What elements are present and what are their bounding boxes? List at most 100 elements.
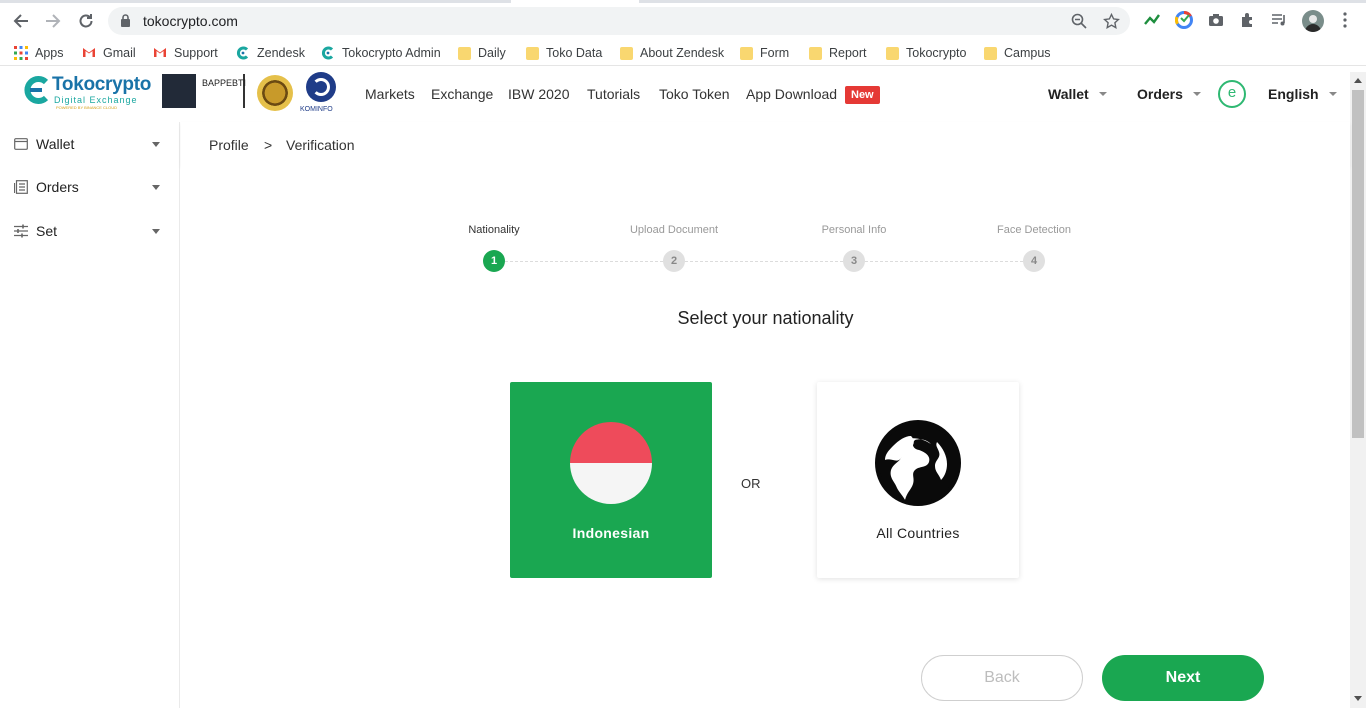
step-number-2: 2	[663, 250, 685, 272]
scroll-down-arrow-icon[interactable]	[1354, 696, 1362, 701]
folder-icon	[984, 46, 997, 60]
nav-exchange[interactable]: Exchange	[431, 86, 493, 102]
bookmark-label: Report	[829, 46, 867, 60]
sidebar: Wallet Orders Set	[0, 122, 180, 708]
logo-tagline: POWERED BY BINANCE CLOUD	[56, 105, 118, 110]
kominfo-text: KOMINFO	[300, 106, 333, 113]
gmail-icon	[82, 46, 96, 60]
nav-markets[interactable]: Markets	[365, 86, 415, 102]
bookmark-zendesk[interactable]: Zendesk	[236, 45, 305, 61]
breadcrumb-verification: Verification	[286, 137, 355, 153]
chevron-down-icon	[1098, 92, 1107, 96]
bookmark-folder-daily[interactable]: Daily	[458, 45, 506, 61]
folder-icon	[740, 46, 753, 60]
step-label-nationality: Nationality	[468, 224, 520, 236]
option-all-countries-card[interactable]: All Countries	[817, 382, 1019, 578]
nav-tutorials[interactable]: Tutorials	[587, 86, 640, 102]
bookmark-label: Campus	[1004, 46, 1051, 60]
sidebar-item-set[interactable]: Set	[14, 219, 164, 243]
bookmark-folder-about-zendesk[interactable]: About Zendesk	[620, 45, 724, 61]
step-number-1: 1	[483, 250, 505, 272]
language-dropdown[interactable]: English	[1268, 86, 1337, 102]
bookmark-label: Toko Data	[546, 46, 603, 60]
camera-icon[interactable]	[1207, 11, 1225, 29]
lock-icon	[120, 14, 131, 32]
bookmark-label: Tokocrypto	[906, 46, 967, 60]
folder-icon	[809, 46, 822, 60]
bookmark-label: Daily	[478, 46, 506, 60]
bookmarks-bar: Apps Gmail Support Zendesk Tokocrypto Ad…	[0, 40, 1366, 66]
tokocrypto-logo-icon	[22, 76, 52, 104]
bookmark-label: About Zendesk	[640, 46, 725, 60]
user-avatar[interactable]: e	[1218, 80, 1246, 108]
globe-icon	[875, 420, 961, 506]
bookmark-label: Support	[174, 46, 218, 60]
verification-main: Nationality Upload Document Personal Inf…	[181, 166, 1350, 708]
step-number-3: 3	[843, 250, 865, 272]
logo-title: Tokocrypto	[52, 74, 152, 95]
nav-ibw-2020[interactable]: IBW 2020	[508, 86, 569, 102]
chevron-down-icon	[152, 185, 160, 190]
option-indonesian-card[interactable]: Indonesian	[510, 382, 712, 578]
wallet-dropdown[interactable]: Wallet	[1048, 86, 1107, 102]
back-arrow-icon[interactable]	[9, 9, 33, 33]
partner-kominfo-logo: KOMINFO	[300, 72, 340, 116]
sidebar-item-label: Wallet	[36, 136, 75, 152]
bookmark-apps[interactable]: Apps	[14, 45, 64, 61]
profile-avatar[interactable]	[1302, 10, 1324, 32]
step-label-face-detection: Face Detection	[997, 224, 1071, 236]
bookmark-gmail[interactable]: Gmail	[82, 45, 136, 61]
step-connector	[685, 261, 843, 262]
partner-logo-dark	[162, 74, 196, 108]
scroll-up-arrow-icon[interactable]	[1354, 78, 1362, 83]
bookmark-tokocrypto-admin[interactable]: Tokocrypto Admin	[321, 45, 441, 61]
nav-app-download[interactable]: App Download	[746, 86, 837, 102]
nav-toko-token[interactable]: Toko Token	[659, 86, 730, 102]
reload-icon[interactable]	[74, 9, 98, 33]
gmail-icon	[153, 46, 167, 60]
address-bar[interactable]: tokocrypto.com	[108, 7, 1130, 35]
language-dropdown-label: English	[1268, 86, 1319, 102]
more-vert-icon[interactable]	[1336, 11, 1354, 29]
bookmark-folder-tokocrypto[interactable]: Tokocrypto	[886, 45, 966, 61]
folder-icon	[458, 46, 471, 60]
forward-arrow-icon[interactable]	[41, 9, 65, 33]
tokocrypto-favicon-icon	[236, 46, 250, 60]
bookmark-folder-report[interactable]: Report	[809, 45, 867, 61]
breadcrumb: Profile > Verification	[181, 122, 1350, 166]
tab-strip-edge	[0, 0, 1366, 3]
breadcrumb-profile[interactable]: Profile	[209, 137, 249, 153]
chevron-down-icon	[152, 142, 160, 147]
or-separator: OR	[741, 476, 761, 491]
logo-subtitle: Digital Exchange	[54, 95, 138, 105]
chevron-down-icon	[1192, 92, 1201, 96]
bookmark-star-icon[interactable]	[1102, 12, 1120, 30]
step-connector	[865, 261, 1023, 262]
extension-google-icon[interactable]	[1175, 11, 1193, 29]
orders-dropdown[interactable]: Orders	[1137, 86, 1201, 102]
zoom-icon[interactable]	[1070, 12, 1088, 30]
extensions-puzzle-icon[interactable]	[1239, 11, 1257, 29]
tokocrypto-logo[interactable]: Tokocrypto Digital Exchange POWERED BY B…	[22, 74, 162, 110]
folder-icon	[620, 46, 633, 60]
next-button[interactable]: Next	[1102, 655, 1264, 701]
extension-chart-icon[interactable]	[1143, 11, 1161, 29]
bookmark-folder-campus[interactable]: Campus	[984, 45, 1051, 61]
bookmark-label: Form	[760, 46, 790, 60]
back-button[interactable]: Back	[921, 655, 1083, 701]
media-playlist-icon[interactable]	[1270, 11, 1288, 29]
url-text[interactable]: tokocrypto.com	[143, 13, 238, 29]
sidebar-item-wallet[interactable]: Wallet	[14, 132, 164, 156]
wallet-icon	[14, 137, 28, 151]
option-all-countries-label: All Countries	[876, 525, 960, 541]
option-indonesian-label: Indonesian	[572, 525, 650, 541]
sidebar-item-orders[interactable]: Orders	[14, 175, 164, 199]
scrollbar-thumb[interactable]	[1352, 90, 1364, 438]
tokocrypto-favicon-icon	[321, 46, 335, 60]
bookmark-support[interactable]: Support	[153, 45, 218, 61]
indonesia-flag-icon	[570, 422, 652, 504]
orders-icon	[14, 180, 28, 194]
step-connector	[505, 261, 663, 262]
bookmark-folder-form[interactable]: Form	[740, 45, 789, 61]
bookmark-folder-toko-data[interactable]: Toko Data	[526, 45, 602, 61]
